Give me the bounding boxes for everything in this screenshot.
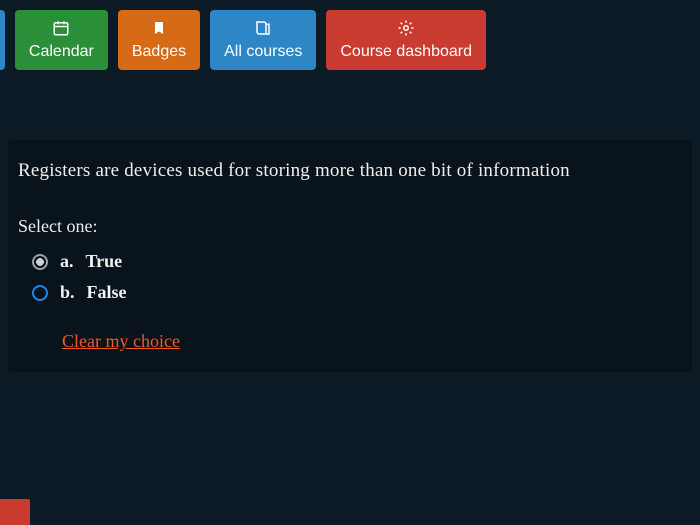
nav-label: Calendar (29, 43, 94, 61)
nav-item-badges[interactable]: Badges (118, 10, 200, 70)
nav-item-all-courses[interactable]: All courses (210, 10, 316, 70)
option-label: True (86, 251, 123, 272)
radio-icon (32, 285, 48, 301)
gear-icon (397, 19, 415, 37)
radio-icon (32, 254, 48, 270)
clear-choice-link[interactable]: Clear my choice (62, 331, 180, 352)
nav-item-calendar[interactable]: Calendar (15, 10, 108, 70)
book-icon (254, 19, 272, 37)
question-block: Registers are devices used for storing m… (8, 140, 692, 372)
nav-item-course-dashboard[interactable]: Course dashboard (326, 10, 486, 70)
question-text: Registers are devices used for storing m… (18, 160, 682, 182)
option-label: False (87, 282, 127, 303)
answer-prompt: Select one: (18, 216, 682, 237)
option-a[interactable]: a. True (32, 251, 682, 272)
option-letter: b. (60, 282, 75, 303)
nav-label: Badges (132, 43, 186, 61)
partial-red-element (0, 499, 30, 525)
calendar-icon (52, 19, 70, 37)
option-b[interactable]: b. False (32, 282, 682, 303)
option-letter: a. (60, 251, 74, 272)
top-nav: e Calendar Badges All courses Course das… (0, 0, 700, 80)
nav-item-partial[interactable]: e (0, 10, 5, 70)
bookmark-icon (151, 19, 167, 37)
nav-label: Course dashboard (340, 43, 472, 61)
nav-label: All courses (224, 43, 302, 61)
